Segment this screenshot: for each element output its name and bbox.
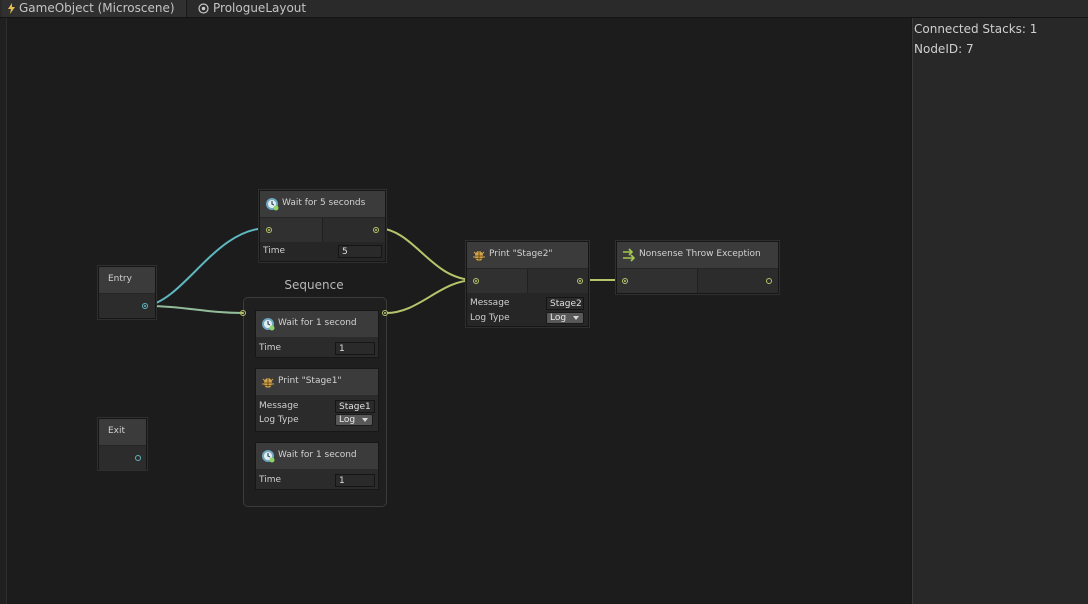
wait-5-seconds-node[interactable]: Wait for 5 seconds Time 5 [259,190,386,262]
output-port[interactable] [577,278,583,284]
time-input[interactable]: 1 [335,342,375,355]
wire-wait5-print2 [375,227,476,281]
sequence-title: Sequence [284,278,344,292]
message-input[interactable]: Stage2 [546,297,584,310]
wait-1-second-node[interactable]: Wait for 1 second Time 1 [255,442,379,490]
print-stage1-node[interactable]: Print "Stage1" Message Stage1 Log Type L… [255,368,379,432]
time-input[interactable]: 1 [335,474,375,487]
wire-entry-wait5 [145,227,269,307]
node-ports [99,294,155,318]
node-title: Entry [108,274,132,284]
node-header: Entry [99,267,155,293]
node-title: Wait for 5 seconds [282,198,366,208]
output-port[interactable] [766,278,772,284]
inspector-panel: Connected Stacks: 1 NodeID: 7 [912,18,1088,604]
time-label: Time [259,343,282,353]
logtype-label: Log Type [259,415,299,425]
node-header: Wait for 5 seconds [260,191,385,217]
input-port[interactable] [135,455,141,461]
entry-node[interactable]: Entry [98,266,156,319]
input-port[interactable] [266,227,272,233]
node-header: Nonsense Throw Exception [617,242,778,268]
node-id-text: NodeID: 7 [914,42,974,56]
wait-1-second-node[interactable]: Wait for 1 second Time 1 [255,310,379,358]
input-port[interactable] [473,278,479,284]
node-title: Print "Stage1" [278,376,342,386]
time-label: Time [263,246,286,256]
sequence-input-port[interactable] [240,310,246,316]
node-title: Wait for 1 second [278,318,357,328]
wire-sequence-print2 [385,279,476,314]
message-label: Message [470,298,510,308]
bug-icon [262,378,274,388]
message-field-row: Message Stage1 [256,400,378,415]
node-title: Nonsense Throw Exception [639,249,761,259]
time-field-row: Time 1 [256,474,378,489]
connected-stacks-text: Connected Stacks: 1 [914,22,1038,36]
output-port[interactable] [142,303,148,309]
time-field-row: Time 5 [260,245,385,260]
node-title: Wait for 1 second [278,450,357,460]
nonsense-throw-exception-node[interactable]: Nonsense Throw Exception [616,241,779,294]
logtype-label: Log Type [470,313,510,323]
logtype-dropdown[interactable]: Log [335,414,373,426]
print-stage2-node[interactable]: Print "Stage2" Message Stage2 Log Type L… [466,241,589,327]
message-label: Message [259,401,299,411]
clock-icon [266,198,279,211]
logtype-field-row: Log Type Log [256,414,378,429]
time-label: Time [259,475,282,485]
node-ports [467,269,588,293]
bug-icon [473,251,485,261]
message-field-row: Message Stage2 [467,297,588,312]
node-header: Print "Stage2" [467,242,588,268]
exit-node[interactable]: Exit [98,418,147,470]
node-ports [99,446,146,470]
sequence-group[interactable]: Wait for 1 second Time 1 Print "Stage1" … [240,297,388,507]
sequence-output-port[interactable] [382,310,388,316]
node-title: Print "Stage2" [489,249,553,259]
arrows-right-icon [623,248,636,262]
chevron-down-icon [362,418,368,422]
node-header: Wait for 1 second [256,443,378,469]
message-input[interactable]: Stage1 [335,400,375,413]
logtype-value: Log [339,415,356,425]
time-field-row: Time 1 [256,342,378,357]
time-input[interactable]: 5 [338,245,382,258]
clock-icon [262,318,275,331]
input-port[interactable] [622,278,628,284]
chevron-down-icon [573,316,579,320]
clock-icon [262,450,275,463]
logtype-dropdown[interactable]: Log [546,312,584,324]
node-ports [260,218,385,242]
node-header: Print "Stage1" [256,369,378,395]
logtype-field-row: Log Type Log [467,312,588,327]
node-header: Exit [99,419,146,445]
output-port[interactable] [373,227,379,233]
node-header: Wait for 1 second [256,311,378,337]
wire-entry-sequence [145,305,244,314]
node-ports [617,269,778,293]
node-title: Exit [108,426,126,436]
logtype-value: Log [550,313,567,323]
